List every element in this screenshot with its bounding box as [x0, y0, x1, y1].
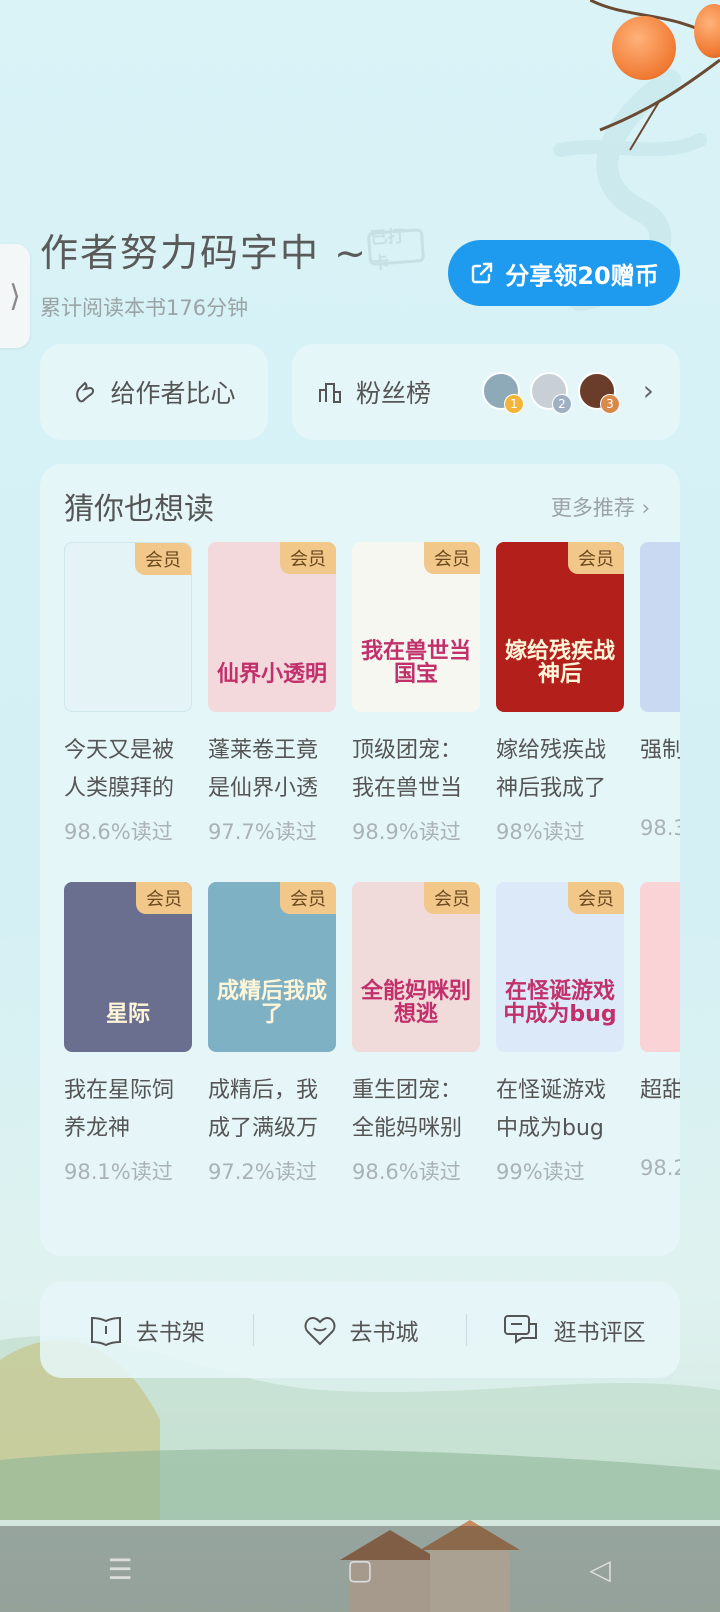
book-card[interactable]: 仙界小透明 会员蓬莱卷王竟是仙界小透 97.7%读过 [208, 542, 336, 846]
share-icon [472, 262, 493, 284]
cover-title: 全能妈咪别想逃 [360, 978, 471, 1027]
avatar: 1 [482, 372, 524, 414]
book-cover [640, 542, 680, 712]
avatar: 2 [530, 372, 572, 414]
recommendations-section: 猜你也想读 更多推荐 › 会员 今天又是被人类膜拜的 98.6%读过 仙界小透明 会员蓬… [40, 464, 680, 1256]
book-card[interactable]: 在怪诞游戏中成为bug 会员在怪诞游戏中成为bug 99%读过 [496, 882, 624, 1186]
vip-badge: 会员 [568, 542, 624, 574]
vip-badge: 会员 [424, 882, 480, 914]
give-heart-button[interactable]: 给作者比心 [40, 344, 268, 440]
persimmon-decoration [612, 16, 676, 80]
book-title: 顶级团宠：我在兽世当 [352, 738, 463, 801]
read-rate: 98.6%读过 [352, 1160, 461, 1184]
book-title: 我在星际饲养龙神 [64, 1078, 175, 1141]
book-cover: 我在兽世当国宝 会员 [352, 542, 480, 712]
chevron-right-icon: ⟩ [9, 278, 21, 314]
book-row: 星际 会员我在星际饲养龙神 98.1%读过 成精后我成了 会员成精后，我成了满级万 97.… [64, 882, 680, 1186]
vip-badge: 会员 [135, 543, 191, 575]
read-rate: 98.9%读过 [352, 820, 461, 844]
comment-icon [503, 1315, 537, 1344]
book-card[interactable]: 全能妈咪别想逃 会员重生团宠：全能妈咪别 98.6%读过 [352, 882, 480, 1186]
book-card[interactable]: 成精后我成了 会员成精后，我成了满级万 97.2%读过 [208, 882, 336, 1186]
read-rate: 98.3 [640, 816, 680, 840]
back-icon[interactable]: ◁ [570, 1553, 630, 1586]
section-title: 猜你也想读 [64, 492, 214, 527]
book-cover: 仙界小透明 会员 [208, 542, 336, 712]
reviews-button[interactable]: 逛书评区 [467, 1312, 680, 1348]
book-card[interactable]: 嫁给残疾战神后 会员嫁给残疾战神后我成了 98%读过 [496, 542, 624, 846]
book-card[interactable]: 会员今天又是被人类膜拜的 98.6%读过 [64, 542, 192, 846]
book-card[interactable]: 星际 会员我在星际饲养龙神 98.1%读过 [64, 882, 192, 1186]
heart-hand-icon [76, 381, 95, 403]
system-navigation-bar: ☰ ▢ ◁ [0, 1526, 720, 1612]
menu-icon[interactable]: ☰ [90, 1553, 150, 1586]
go-bookstore-label: 去书城 [349, 1320, 419, 1346]
read-rate: 99%读过 [496, 1160, 585, 1184]
bottom-actions: 去书架 去书城 逛书评区 [40, 1282, 680, 1378]
book-cover: 会员 [64, 542, 192, 712]
go-bookshelf-button[interactable]: 去书架 [40, 1312, 253, 1348]
book-card[interactable]: 强制十二 98.3 [640, 542, 680, 846]
vip-badge: 会员 [424, 542, 480, 574]
page-title: 作者努力码字中 ~ [40, 231, 368, 275]
chevron-right-icon: › [642, 374, 654, 407]
rank-badge: 1 [504, 394, 524, 414]
book-cover: 嫁给残疾战神后 会员 [496, 542, 624, 712]
more-recommendations-link[interactable]: 更多推荐 › [551, 492, 650, 522]
book-title: 在怪诞游戏中成为bug [496, 1078, 607, 1141]
vip-badge: 会员 [568, 882, 624, 914]
cover-title: 我在兽世当国宝 [360, 638, 471, 687]
rank-badge: 3 [600, 394, 620, 414]
vip-badge: 会员 [280, 542, 336, 574]
book-title: 蓬莱卷王竟是仙界小透 [208, 738, 319, 801]
book-icon [90, 1316, 121, 1347]
read-rate: 98.6%读过 [64, 820, 173, 844]
read-rate: 98.2 [640, 1156, 680, 1180]
fans-ranking-button[interactable]: 粉丝榜 1 2 3 › [292, 344, 680, 440]
book-title: 成精后，我成了满级万 [208, 1078, 319, 1141]
cover-title: 在怪诞游戏中成为bug [503, 978, 617, 1027]
give-heart-label: 给作者比心 [110, 379, 236, 408]
book-title: 嫁给残疾战神后我成了 [496, 738, 607, 801]
book-cover: 星际 会员 [64, 882, 192, 1052]
reading-time-text: 累计阅读本书176分钟 [40, 296, 249, 320]
share-button[interactable]: 分享领20赠币 [448, 240, 680, 306]
book-title: 今天又是被人类膜拜的 [64, 738, 175, 801]
book-row: 会员今天又是被人类膜拜的 98.6%读过 仙界小透明 会员蓬莱卷王竟是仙界小透 97.7… [64, 542, 680, 846]
vip-badge: 会员 [280, 882, 336, 914]
rank-badge: 2 [552, 394, 572, 414]
book-card[interactable]: 我在兽世当国宝 会员顶级团宠：我在兽世当 98.9%读过 [352, 542, 480, 846]
book-title: 强制十二 [640, 738, 680, 763]
heart-chat-icon [304, 1316, 335, 1346]
book-cover: 成精后我成了 会员 [208, 882, 336, 1052]
cover-title: 仙界小透明 [216, 661, 327, 687]
cover-title: 超甜 [640, 1003, 680, 1026]
vip-badge: 会员 [136, 882, 192, 914]
checked-in-stamp: 已打卡 [366, 226, 426, 274]
cover-title: 嫁给残疾战神后 [504, 638, 615, 687]
book-cover: 在怪诞游戏中成为bug 会员 [496, 882, 624, 1052]
fans-ranking-label: 粉丝榜 [356, 379, 432, 408]
read-rate: 98%读过 [496, 820, 585, 844]
read-rate: 98.1%读过 [64, 1160, 173, 1184]
reviews-label: 逛书评区 [553, 1320, 646, 1346]
ranking-icon [319, 383, 341, 403]
book-cover: 超甜 [640, 882, 680, 1052]
book-title: 重生团宠：全能妈咪别 [352, 1078, 463, 1141]
share-button-label: 分享领20赠币 [505, 261, 659, 290]
go-bookstore-button[interactable]: 去书城 [254, 1312, 467, 1348]
read-rate: 97.2%读过 [208, 1160, 317, 1184]
cover-title: 星际 [105, 1001, 150, 1027]
book-cover: 全能妈咪别想逃 会员 [352, 882, 480, 1052]
home-icon[interactable]: ▢ [330, 1553, 390, 1586]
go-bookshelf-label: 去书架 [135, 1320, 205, 1346]
side-drawer-handle[interactable]: ⟩ [0, 244, 30, 348]
read-rate: 97.7%读过 [208, 820, 317, 844]
avatar: 3 [578, 372, 620, 414]
book-card[interactable]: 超甜超甜后被 98.2 [640, 882, 680, 1186]
book-title: 超甜后被 [640, 1078, 680, 1103]
cover-title: 成精后我成了 [216, 978, 327, 1027]
